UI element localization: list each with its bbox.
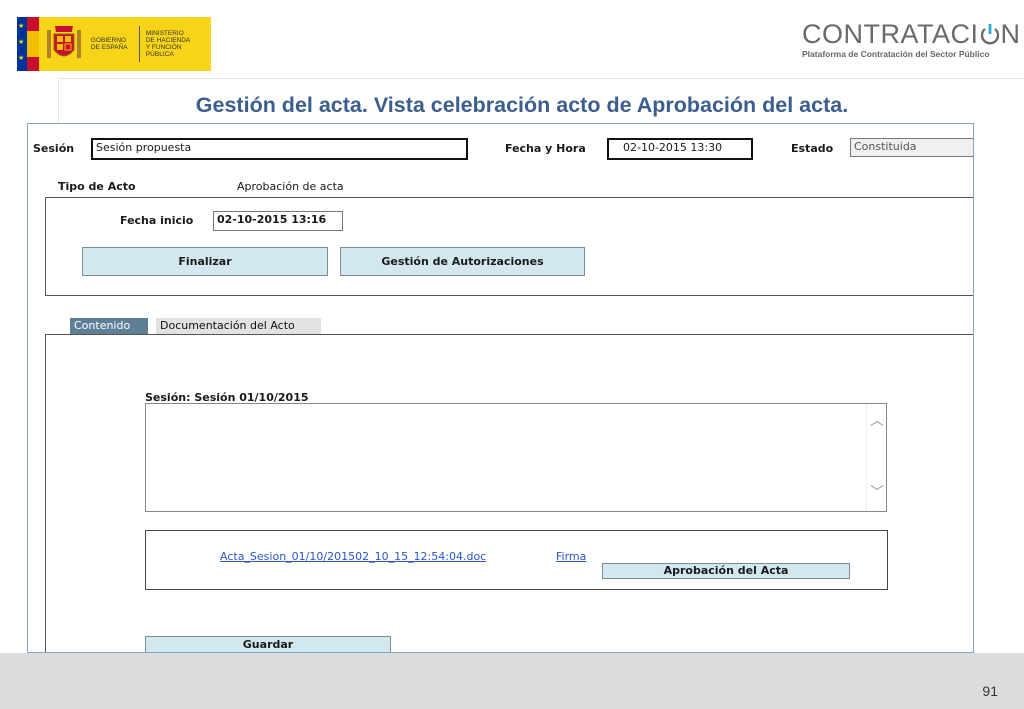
sign-link[interactable]: Firma bbox=[556, 550, 586, 563]
start-date-field[interactable]: 02-10-2015 13:16 bbox=[213, 211, 343, 231]
document-link[interactable]: Acta_Sesion_01/10/201502_10_15_12:54:04.… bbox=[220, 550, 486, 563]
state-field[interactable]: Constituida bbox=[850, 138, 973, 157]
scroll-up-icon[interactable]: ︿ bbox=[870, 414, 884, 428]
header-divider bbox=[60, 78, 1024, 79]
tab-contenido[interactable]: Contenido bbox=[70, 318, 148, 334]
session-label: Sesión bbox=[33, 142, 75, 155]
scroll-down-icon[interactable]: ﹀ bbox=[870, 486, 884, 500]
application-screenshot: Sesión Sesión propuesta Fecha y Hora 02-… bbox=[27, 123, 974, 653]
coat-of-arms-icon bbox=[46, 26, 81, 58]
act-type-label: Tipo de Acto bbox=[58, 180, 136, 193]
session-textarea[interactable]: ︿ ﹀ bbox=[145, 403, 887, 512]
logo-divider bbox=[138, 26, 140, 62]
session-field[interactable]: Sesión propuesta bbox=[91, 138, 468, 160]
save-button[interactable]: Guardar bbox=[145, 636, 391, 652]
brand-name: CONTRATACI N bbox=[802, 19, 1021, 49]
textarea-scrollbar[interactable]: ︿ ﹀ bbox=[866, 404, 886, 511]
ministry-text: MINISTERIO DE HACIENDA Y FUNCIÓN PÚBLICA bbox=[145, 30, 191, 58]
power-icon bbox=[980, 22, 1000, 45]
eu-flag-icon: ★ ★ ★ bbox=[17, 17, 39, 71]
page-number: 91 bbox=[982, 683, 998, 699]
datetime-field[interactable]: 02-10-2015 13:30 bbox=[607, 138, 753, 160]
approve-act-button[interactable]: Aprobación del Acta bbox=[602, 563, 850, 579]
footer-bar: 91 bbox=[0, 653, 1024, 709]
slide: ★ ★ ★ GOBIERNO DE ESPAÑA MINISTERIO DE HAC… bbox=[0, 0, 1024, 709]
datetime-label: Fecha y Hora bbox=[505, 142, 586, 155]
act-type-value: Aprobación de acta bbox=[237, 180, 344, 193]
brand-subtitle: Plataforma de Contratación del Sector Pú… bbox=[802, 49, 990, 59]
government-logo: ★ ★ ★ GOBIERNO DE ESPAÑA MINISTERIO DE HAC… bbox=[17, 17, 211, 71]
slide-title: Gestión del acta. Vista celebración acto… bbox=[195, 93, 849, 117]
authorizations-button[interactable]: Gestión de Autorizaciones bbox=[340, 247, 585, 276]
contratacion-logo: CONTRATACI N Plataforma de Contratación d… bbox=[802, 19, 1021, 62]
government-text: GOBIERNO DE ESPAÑA bbox=[90, 37, 128, 51]
finish-button[interactable]: Finalizar bbox=[82, 247, 328, 276]
state-label: Estado bbox=[791, 142, 834, 155]
start-date-label: Fecha inicio bbox=[120, 214, 194, 227]
tab-documentacion[interactable]: Documentación del Acto bbox=[156, 318, 321, 334]
